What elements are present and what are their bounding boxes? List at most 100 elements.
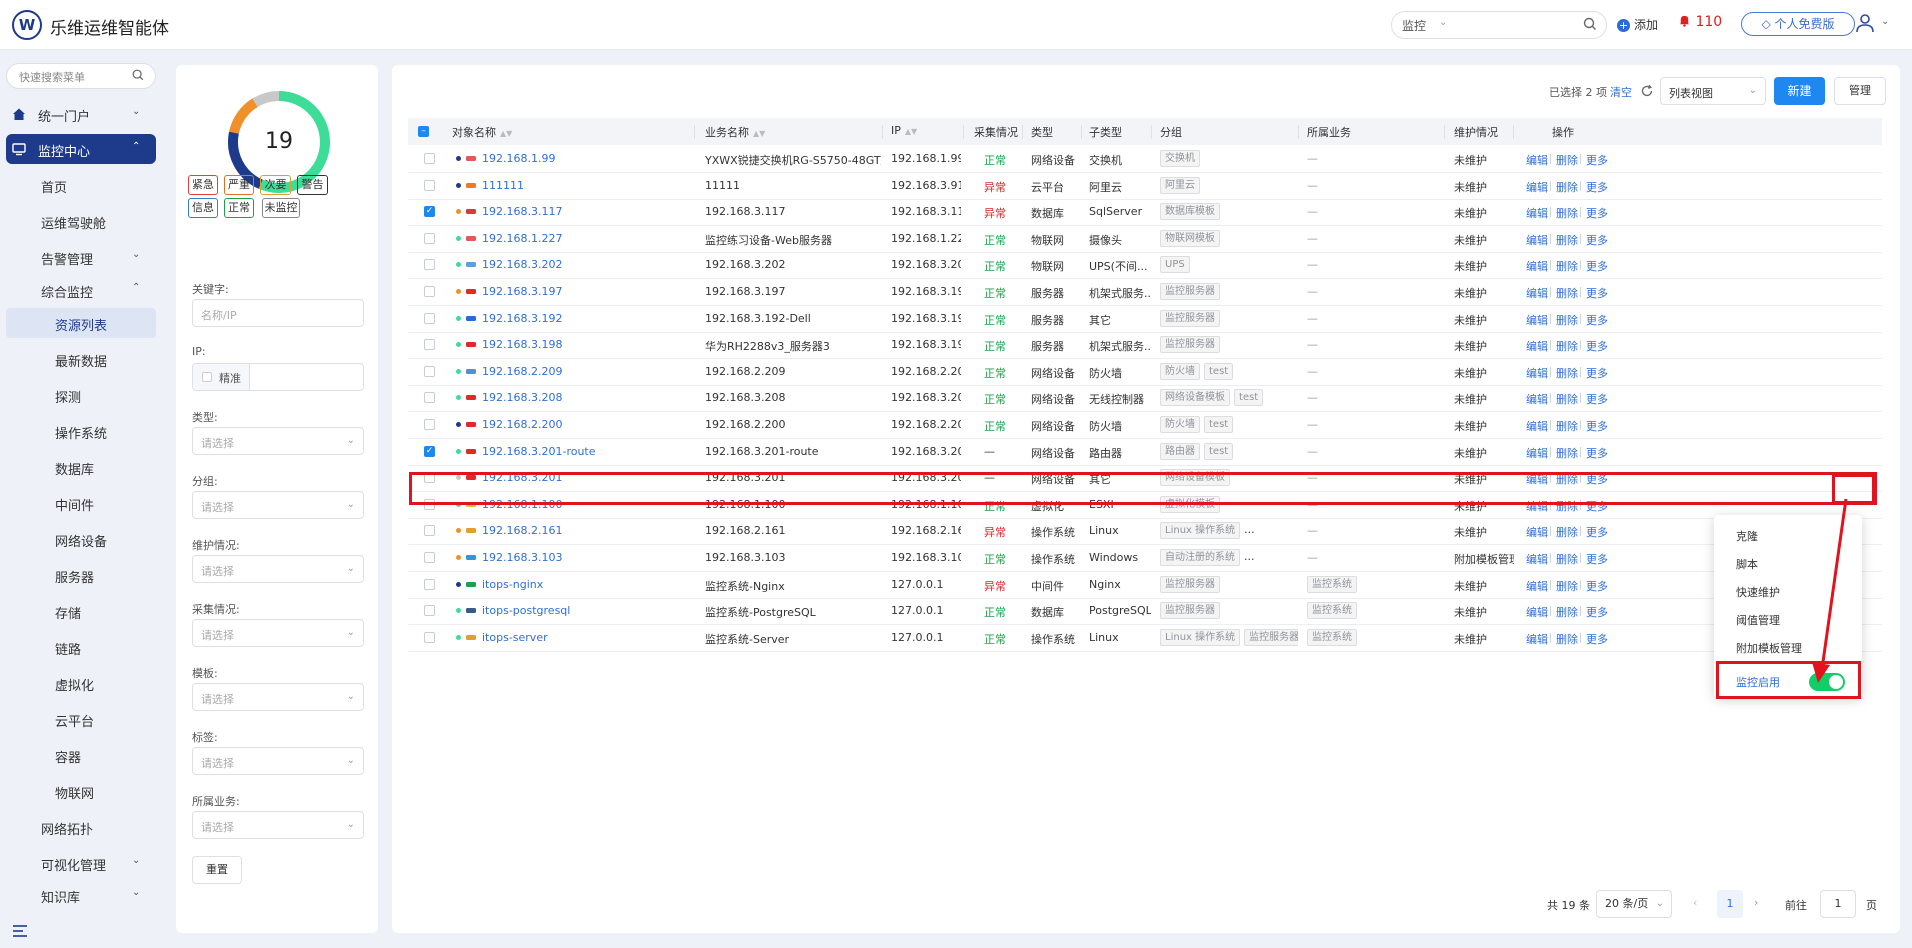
page-1-button[interactable]: 1 xyxy=(1717,890,1743,918)
alert-button[interactable]: 110 xyxy=(1678,14,1722,30)
sidebar-item-monitor-center[interactable]: 监控中心 ⌃ xyxy=(6,134,156,164)
delete-link[interactable]: 删除 xyxy=(1556,578,1578,594)
table-row[interactable]: itops-nginx 监控系统-Nginx 127.0.0.1 异常 中间件 Nginx… xyxy=(408,571,1882,599)
object-name-link[interactable]: 192.168.2.200 xyxy=(482,418,687,431)
edit-link[interactable]: 编辑 xyxy=(1526,152,1548,168)
delete-link[interactable]: 删除 xyxy=(1556,445,1578,461)
object-name-link[interactable]: 192.168.3.201-route xyxy=(482,445,687,458)
sidebar-item-iot[interactable]: 物联网 xyxy=(0,776,160,806)
sidebar-item-middleware[interactable]: 中间件 xyxy=(0,488,160,518)
reset-button[interactable]: 重置 xyxy=(192,856,242,884)
clear-selection-link[interactable]: 清空 xyxy=(1610,84,1632,100)
menu-item-clone[interactable]: 克隆 xyxy=(1736,528,1758,544)
table-row[interactable]: ✓ 192.168.3.117 192.168.3.117 192.168.3.117… xyxy=(408,198,1882,227)
object-name-link[interactable]: 192.168.3.192 xyxy=(482,312,687,325)
exact-match-toggle[interactable]: 精准 xyxy=(193,364,250,390)
more-link[interactable]: 更多 xyxy=(1586,391,1608,407)
more-link[interactable]: 更多 xyxy=(1586,524,1608,540)
sidebar-item-general-monitoring[interactable]: 综合监控 ⌃ xyxy=(0,275,160,305)
global-search[interactable]: 监控 ⌄ xyxy=(1391,11,1607,39)
chevron-down-icon[interactable]: ⌄ xyxy=(1881,16,1889,27)
table-row[interactable]: 192.168.3.198 华为RH2288v3_服务器3 192.168.3.19… xyxy=(408,331,1882,360)
object-name-link[interactable]: 192.168.3.202 xyxy=(482,258,687,271)
row-checkbox[interactable] xyxy=(424,419,435,430)
menu-item-quick-maint[interactable]: 快速维护 xyxy=(1736,584,1780,600)
table-row[interactable]: ✓ 192.168.3.201-route 192.168.3.201-route 1… xyxy=(408,438,1882,466)
more-link[interactable]: 更多 xyxy=(1586,551,1608,567)
sidebar-item-network-device[interactable]: 网络设备 xyxy=(0,524,160,554)
filter-tag[interactable]: 严重 xyxy=(224,175,254,195)
menu-search-input[interactable]: 快速搜索菜单 xyxy=(6,63,156,89)
table-row[interactable]: 111111 11111 192.168.3.91 异常 云平台 阿里云 阿里云 — 未维护 编辑… xyxy=(408,172,1882,200)
sidebar-item-probe[interactable]: 探测 xyxy=(0,380,160,410)
manage-button[interactable]: 管理 xyxy=(1834,77,1886,105)
view-mode-select[interactable]: 列表视图 ⌄ xyxy=(1660,77,1766,105)
edit-link[interactable]: 编辑 xyxy=(1526,285,1548,301)
more-link[interactable]: 更多 xyxy=(1586,604,1608,620)
row-checkbox[interactable] xyxy=(424,605,435,617)
sidebar-item-virtualization[interactable]: 虚拟化 xyxy=(0,668,160,698)
type-select[interactable]: 请选择 ⌄ xyxy=(192,427,364,455)
row-checkbox[interactable] xyxy=(424,232,435,244)
more-link[interactable]: 更多 xyxy=(1586,152,1608,168)
delete-link[interactable]: 删除 xyxy=(1556,391,1578,407)
col-biz[interactable]: 业务名称 ▲▼ xyxy=(705,124,765,140)
delete-link[interactable]: 删除 xyxy=(1556,312,1578,328)
refresh-icon[interactable] xyxy=(1640,84,1654,98)
add-button[interactable]: + 添加 xyxy=(1617,16,1658,33)
object-name-link[interactable]: 192.168.2.209 xyxy=(482,365,687,378)
more-link[interactable]: 更多 xyxy=(1586,205,1608,221)
more-link[interactable]: 更多 xyxy=(1586,418,1608,434)
row-checkbox[interactable] xyxy=(424,552,435,563)
template-select[interactable]: 请选择 ⌄ xyxy=(192,683,364,711)
table-row[interactable]: 192.168.3.192 192.168.3.192-Dell 192.168.3… xyxy=(408,305,1882,333)
group-select[interactable]: 请选择 ⌄ xyxy=(192,491,364,519)
user-icon[interactable] xyxy=(1854,12,1876,34)
sidebar-item-cockpit[interactable]: 运维驾驶舱 xyxy=(0,206,160,236)
next-page-button[interactable]: › xyxy=(1754,896,1758,909)
col-name[interactable]: 对象名称 ▲▼ xyxy=(452,124,512,140)
free-edition-button[interactable]: ◇ 个人免费版 xyxy=(1741,12,1855,36)
sidebar-item-cloud[interactable]: 云平台 xyxy=(0,704,160,734)
row-checkbox[interactable] xyxy=(424,365,435,377)
table-row[interactable]: 192.168.3.202 192.168.3.202 192.168.3.202 正… xyxy=(408,251,1882,280)
new-button[interactable]: 新建 xyxy=(1774,77,1825,105)
edit-link[interactable]: 编辑 xyxy=(1526,578,1548,594)
more-link[interactable]: 更多 xyxy=(1586,445,1608,461)
sidebar-item-alert-management[interactable]: 告警管理 ⌄ xyxy=(0,242,160,272)
table-row[interactable]: 192.168.3.103 192.168.3.103 192.168.3.103 正… xyxy=(408,544,1882,572)
more-link[interactable]: 更多 xyxy=(1586,338,1608,354)
object-name-link[interactable]: itops-nginx xyxy=(482,578,687,591)
goto-page-input[interactable]: 1 xyxy=(1820,890,1856,918)
delete-link[interactable]: 删除 xyxy=(1556,205,1578,221)
delete-link[interactable]: 删除 xyxy=(1556,179,1578,195)
ip-input[interactable]: 精准 xyxy=(192,363,364,391)
filter-tag[interactable]: 正常 xyxy=(224,198,254,218)
menu-collapse-icon[interactable] xyxy=(12,924,28,938)
delete-link[interactable]: 删除 xyxy=(1556,551,1578,567)
table-row[interactable]: itops-server 监控系统-Server 127.0.0.1 正常 操作系统 Li… xyxy=(408,624,1882,652)
sidebar-item-portal[interactable]: 统一门户 ⌄ xyxy=(0,99,160,129)
delete-link[interactable]: 删除 xyxy=(1556,631,1578,647)
menu-item-attach-template[interactable]: 附加模板管理 xyxy=(1736,640,1802,656)
tag-select[interactable]: 请选择 ⌄ xyxy=(192,747,364,775)
delete-link[interactable]: 删除 xyxy=(1556,152,1578,168)
select-all-checkbox[interactable]: – xyxy=(418,126,429,137)
sidebar-item-knowledge[interactable]: 知识库 ⌄ xyxy=(0,880,160,910)
sidebar-item-server[interactable]: 服务器 xyxy=(0,560,160,590)
more-link[interactable]: 更多 xyxy=(1586,232,1608,248)
table-row[interactable]: 192.168.1.227 监控练习设备-Web服务器 192.168.1.227 正… xyxy=(408,225,1882,253)
more-link[interactable]: 更多 xyxy=(1586,312,1608,328)
row-checkbox[interactable]: ✓ xyxy=(424,206,435,218)
table-row[interactable]: 192.168.3.197 192.168.3.197 192.168.3.197 正… xyxy=(408,278,1882,306)
delete-link[interactable]: 删除 xyxy=(1556,604,1578,620)
delete-link[interactable]: 删除 xyxy=(1556,232,1578,248)
more-link[interactable]: 更多 xyxy=(1586,631,1608,647)
edit-link[interactable]: 编辑 xyxy=(1526,205,1548,221)
edit-link[interactable]: 编辑 xyxy=(1526,365,1548,381)
row-checkbox[interactable] xyxy=(424,286,435,297)
exact-checkbox[interactable] xyxy=(202,372,212,382)
collect-select[interactable]: 请选择 ⌄ xyxy=(192,619,364,647)
row-checkbox[interactable] xyxy=(424,525,435,537)
col-ip[interactable]: IP ▲▼ xyxy=(891,124,917,137)
